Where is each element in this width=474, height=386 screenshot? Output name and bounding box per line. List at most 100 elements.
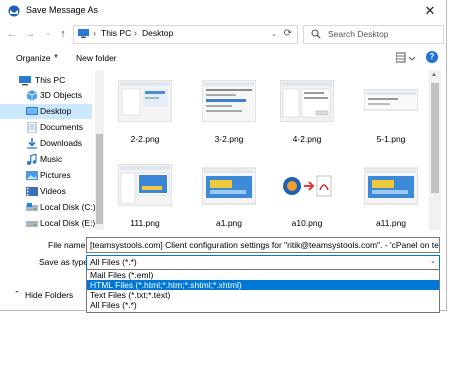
refresh-button[interactable]: ⟳: [282, 27, 294, 41]
pictures-icon: [26, 171, 38, 180]
file-grid-scrollbar[interactable]: ▲: [429, 70, 441, 230]
organize-caret-icon: ▼: [53, 54, 59, 60]
chevron-down-icon: ⌄: [430, 258, 436, 265]
file-item[interactable]: 5-1.png: [356, 70, 426, 146]
navigation-pane: This PC 3D Objects Desktop Documents Dow…: [0, 70, 105, 230]
file-thumbnail: [202, 80, 256, 122]
back-button[interactable]: ←: [6, 27, 18, 41]
sidebar-item-pictures[interactable]: Pictures: [0, 168, 92, 183]
file-thumbnail: [202, 167, 256, 205]
save-as-type-select[interactable]: All Files (*.*) ⌄: [86, 255, 440, 270]
music-icon: [27, 154, 37, 165]
cube-icon: [26, 90, 38, 101]
download-icon: [27, 138, 37, 149]
file-thumbnail: [280, 164, 334, 206]
file-name: a10.png: [291, 218, 323, 228]
sidebar-item-label: Desktop: [40, 106, 72, 116]
sidebar-scrollbar[interactable]: [95, 70, 104, 230]
sidebar-item-downloads[interactable]: Downloads: [0, 136, 92, 151]
file-item[interactable]: 2-2.png: [110, 70, 180, 146]
search-icon: [311, 29, 321, 39]
organize-button[interactable]: Organize: [16, 53, 51, 63]
type-option-all-files[interactable]: All Files (*.*): [87, 300, 439, 310]
file-name: 5-1.png: [376, 134, 406, 144]
file-grid: 2-2.png 3-2.png 4-2.png 5-1.png 111.png …: [105, 70, 429, 230]
file-thumbnail: [118, 164, 172, 206]
close-icon: ✕: [424, 3, 436, 18]
pc-icon: [78, 29, 89, 38]
close-button[interactable]: ✕: [420, 2, 440, 20]
sidebar-item-local-disk-c[interactable]: Local Disk (C:): [0, 200, 96, 215]
breadcrumb-separator: ›: [134, 28, 137, 38]
disk-icon: [26, 203, 38, 211]
help-icon[interactable]: ?: [426, 51, 438, 63]
documents-icon: [27, 122, 37, 133]
sidebar-item-label: 3D Objects: [40, 90, 83, 100]
window-title: Save Message As: [26, 5, 99, 15]
hide-folders-label: Hide Folders: [25, 290, 74, 300]
sidebar-item-videos[interactable]: Videos: [0, 184, 92, 199]
new-folder-button[interactable]: New folder: [76, 53, 117, 63]
sidebar-item-label: Videos: [40, 186, 66, 196]
file-item[interactable]: 3-2.png: [194, 70, 264, 146]
file-thumbnail: [364, 167, 418, 205]
recent-locations-button[interactable]: ⌄: [42, 27, 54, 41]
file-name-field[interactable]: [teamsystools.com] Client configuration …: [86, 237, 440, 253]
file-name: a1.png: [216, 218, 242, 228]
chevron-up-icon: ⌃: [14, 291, 20, 298]
sidebar-item-label: Downloads: [40, 138, 83, 148]
sidebar-item-label: Local Disk (C:): [40, 202, 96, 212]
video-icon: [26, 187, 38, 196]
up-button[interactable]: ↑: [57, 27, 69, 41]
sidebar-item-label: Music: [40, 154, 63, 164]
breadcrumb-desktop[interactable]: Desktop: [142, 28, 173, 38]
sidebar-item-label: Pictures: [40, 170, 71, 180]
breadcrumb-separator: ›: [93, 28, 96, 38]
save-message-dialog: Save Message As ✕ ← → ⌄ ↑ › This PC › De…: [0, 0, 447, 311]
file-name: 4-2.png: [292, 134, 322, 144]
file-name-label: File name:: [48, 240, 88, 250]
forward-button[interactable]: →: [24, 27, 36, 41]
view-options-icon[interactable]: [396, 52, 416, 64]
sidebar-scrollbar-thumb[interactable]: [96, 134, 103, 224]
scroll-up-icon[interactable]: ▲: [431, 72, 437, 78]
file-thumbnail: [118, 80, 172, 122]
refresh-icon: ⟳: [283, 28, 293, 39]
option-label: Text Files (*.txt;*.text): [90, 290, 171, 300]
sidebar-item-3d-objects[interactable]: 3D Objects: [0, 88, 92, 103]
file-name: 111.png: [130, 218, 160, 228]
sidebar-item-this-pc[interactable]: This PC: [0, 73, 92, 88]
breadcrumb-this-pc[interactable]: This PC: [101, 28, 131, 38]
navigation-bar: ← → ⌄ ↑ › This PC › Desktop ⌄ ⟳ Search D…: [0, 23, 446, 45]
type-option-mail-files[interactable]: Mail Files (*.eml): [87, 270, 439, 280]
sidebar-item-documents[interactable]: Documents: [0, 120, 92, 135]
save-as-type-dropdown: Mail Files (*.eml) HTML Files (*.html;*.…: [86, 269, 440, 313]
sidebar-item-local-disk-e[interactable]: Local Disk (E:): [0, 216, 95, 230]
file-thumbnail: [280, 80, 334, 122]
file-item[interactable]: 4-2.png: [272, 70, 342, 146]
option-label: Mail Files (*.eml): [90, 270, 154, 280]
type-option-html-files[interactable]: HTML Files (*.html;*.htm;*.shtml;*.xhtml…: [87, 280, 439, 290]
save-as-type-value: All Files (*.*): [90, 257, 137, 267]
type-option-text-files[interactable]: Text Files (*.txt;*.text): [87, 290, 439, 300]
desktop-icon: [26, 107, 38, 115]
file-grid-scrollbar-thumb[interactable]: [431, 83, 439, 193]
option-label: All Files (*.*): [90, 300, 137, 310]
file-name: 2-2.png: [130, 134, 160, 144]
file-item[interactable]: 111.png: [110, 154, 180, 230]
title-bar: Save Message As ✕: [0, 0, 446, 22]
file-item[interactable]: a10.png: [272, 154, 342, 230]
sidebar-item-music[interactable]: Music: [0, 152, 92, 167]
file-item[interactable]: a1.png: [194, 154, 264, 230]
search-placeholder: Search Desktop: [328, 29, 389, 39]
sidebar-item-desktop[interactable]: Desktop: [0, 104, 92, 119]
option-label: HTML Files (*.html;*.htm;*.shtml;*.xhtml…: [90, 280, 242, 290]
file-item[interactable]: a11.png: [356, 154, 426, 230]
disk-icon: [26, 221, 38, 227]
save-as-type-label: Save as type:: [39, 257, 91, 267]
search-box[interactable]: Search Desktop: [303, 25, 444, 44]
file-name: 3-2.png: [214, 134, 244, 144]
address-dropdown-button[interactable]: ⌄: [268, 26, 280, 43]
file-thumbnail: [364, 89, 418, 111]
address-bar[interactable]: › This PC › Desktop ⌄ ⟳: [73, 25, 298, 44]
